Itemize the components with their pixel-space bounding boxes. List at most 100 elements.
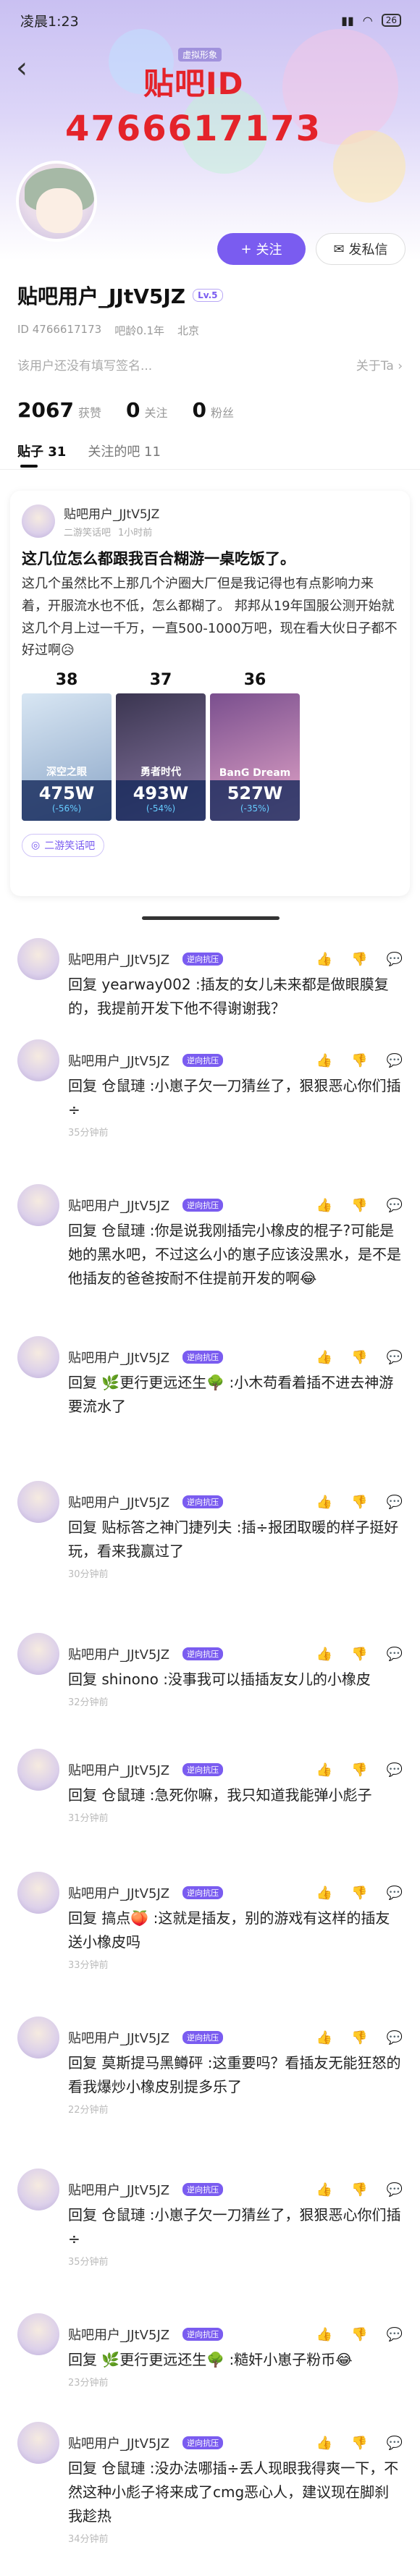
comment-icon[interactable]: 💬 <box>387 1647 403 1662</box>
dislike-icon[interactable]: 👎 <box>351 952 367 967</box>
comment-icon[interactable]: 💬 <box>387 952 403 967</box>
avatar[interactable] <box>17 2313 59 2355</box>
reply-username[interactable]: 贴吧用户_JJtV5JZ <box>68 2325 169 2344</box>
comment-icon[interactable]: 💬 <box>387 1198 403 1213</box>
like-icon[interactable]: 👍 <box>316 2327 332 2342</box>
dislike-icon[interactable]: 👎 <box>351 1647 367 1662</box>
reply-username[interactable]: 贴吧用户_JJtV5JZ <box>68 1348 169 1367</box>
dislike-icon[interactable]: 👎 <box>351 1198 367 1213</box>
forum-chip[interactable]: ◎ 二游笑话吧 <box>22 833 105 857</box>
comment-icon[interactable]: 💬 <box>387 2182 403 2197</box>
stat-following[interactable]: 0 关注 <box>126 398 168 422</box>
avatar[interactable] <box>17 1184 59 1226</box>
avatar[interactable] <box>17 1872 59 1914</box>
reply-item[interactable]: 贴吧用户_JJtV5JZ 逆向抗压 👍 👎 💬 回复 yearway002 :插友的女儿未… <box>0 938 420 1023</box>
avatar[interactable] <box>17 1749 59 1791</box>
reply-text: 回复 shinono :没事我可以插插友女儿的小橡皮 <box>68 1671 371 1688</box>
reply-item[interactable]: 贴吧用户_JJtV5JZ 逆向抗压 👍 👎 💬 回复 仓鼠璉 :急死你嘛，我只知道我能弹小… <box>0 1749 420 1824</box>
reply-item[interactable]: 贴吧用户_JJtV5JZ 逆向抗压 👍 👎 💬 回复 仓鼠璉 :你是说我刚插完小橡皮的棍子… <box>0 1184 420 1293</box>
avatar[interactable] <box>17 2169 59 2210</box>
stat-followers[interactable]: 0 粉丝 <box>192 398 234 422</box>
like-icon[interactable]: 👍 <box>316 1495 332 1510</box>
about-link[interactable]: 关于Ta › <box>356 355 403 373</box>
dislike-icon[interactable]: 👎 <box>351 1762 367 1778</box>
comment-icon[interactable]: 💬 <box>387 1053 403 1068</box>
comment-icon[interactable]: 💬 <box>387 1885 403 1901</box>
reply-time: 22分钟前 <box>68 2105 109 2116</box>
game-change: (-35%) <box>240 803 270 814</box>
reply-username[interactable]: 贴吧用户_JJtV5JZ <box>68 1492 169 1511</box>
like-icon[interactable]: 👍 <box>316 1198 332 1213</box>
avatar[interactable] <box>17 1039 59 1081</box>
reply-username[interactable]: 贴吧用户_JJtV5JZ <box>68 1883 169 1902</box>
user-badge: 逆向抗压 <box>182 2031 224 2044</box>
reply-actions: 👍 👎 💬 <box>316 2030 403 2045</box>
like-icon[interactable]: 👍 <box>316 2030 332 2045</box>
like-icon[interactable]: 👍 <box>316 1350 332 1365</box>
like-icon[interactable]: 👍 <box>316 2182 332 2197</box>
dislike-icon[interactable]: 👎 <box>351 2327 367 2342</box>
tab-followed-bars[interactable]: 关注的吧 11 <box>88 442 161 460</box>
like-icon[interactable]: 👍 <box>316 1762 332 1778</box>
avatar[interactable] <box>17 938 59 980</box>
reply-time: 34分钟前 <box>68 2534 109 2545</box>
like-icon[interactable]: 👍 <box>316 1885 332 1901</box>
reply-username[interactable]: 贴吧用户_JJtV5JZ <box>68 950 169 968</box>
reply-username[interactable]: 贴吧用户_JJtV5JZ <box>68 2433 169 2452</box>
like-icon[interactable]: 👍 <box>316 1053 332 1068</box>
comment-icon[interactable]: 💬 <box>387 2436 403 2451</box>
plus-icon: + <box>240 241 252 257</box>
reply-username[interactable]: 贴吧用户_JJtV5JZ <box>68 1051 169 1070</box>
post-avatar[interactable] <box>22 504 55 538</box>
reply-time: 33分钟前 <box>68 1960 109 1971</box>
reply-item[interactable]: 贴吧用户_JJtV5JZ 逆向抗压 👍 👎 💬 回复 莫斯提马黑鳟砰 :这重要吗？看插友无… <box>0 2017 420 2116</box>
avatar[interactable] <box>16 161 97 242</box>
reply-item[interactable]: 贴吧用户_JJtV5JZ 逆向抗压 👍 👎 💬 回复 🌿更行更远还生🌳 :小木苟看着插不进… <box>0 1336 420 1422</box>
reply-item[interactable]: 贴吧用户_JJtV5JZ 逆向抗压 👍 👎 💬 回复 仓鼠璉 :小崽子欠一刀猜丝了，狠狠恶… <box>0 2169 420 2268</box>
comment-icon[interactable]: 💬 <box>387 1350 403 1365</box>
reply-username[interactable]: 贴吧用户_JJtV5JZ <box>68 2180 169 2199</box>
reply-item[interactable]: 贴吧用户_JJtV5JZ 逆向抗压 👍 👎 💬 回复 搞点🍑 :这就是插友，别的游戏有这样… <box>0 1872 420 1971</box>
dislike-icon[interactable]: 👎 <box>351 2436 367 2451</box>
reply-username[interactable]: 贴吧用户_JJtV5JZ <box>68 1760 169 1779</box>
avatar[interactable] <box>17 1336 59 1378</box>
signature: 该用户还没有填写签名... <box>17 359 153 373</box>
comment-icon[interactable]: 💬 <box>387 1762 403 1778</box>
back-arrow-icon[interactable]: ‹ <box>16 54 28 83</box>
comment-icon[interactable]: 💬 <box>387 1495 403 1510</box>
avatar[interactable] <box>17 1481 59 1523</box>
message-button[interactable]: ✉ 发私信 <box>316 233 406 265</box>
post-forum[interactable]: 二游笑话吧 <box>64 525 111 539</box>
reply-item[interactable]: 贴吧用户_JJtV5JZ 逆向抗压 👍 👎 💬 回复 贴标答之神门捷列夫 :插÷报团取暖的… <box>0 1481 420 1580</box>
dislike-icon[interactable]: 👎 <box>351 2182 367 2197</box>
user-badge: 逆向抗压 <box>182 1351 224 1364</box>
dislike-icon[interactable]: 👎 <box>351 2030 367 2045</box>
user-badge: 逆向抗压 <box>182 953 224 966</box>
reply-item[interactable]: 贴吧用户_JJtV5JZ 逆向抗压 👍 👎 💬 回复 shinono :没事我可以插插友女… <box>0 1633 420 1708</box>
tab-posts[interactable]: 贴子 31 <box>17 442 66 468</box>
avatar[interactable] <box>17 1633 59 1675</box>
avatar[interactable] <box>17 2422 59 2464</box>
comment-icon[interactable]: 💬 <box>387 2030 403 2045</box>
reply-item[interactable]: 贴吧用户_JJtV5JZ 逆向抗压 👍 👎 💬 回复 🌿更行更远还生🌳 :糙奸小崽子粉币😂… <box>0 2313 420 2389</box>
reply-username[interactable]: 贴吧用户_JJtV5JZ <box>68 2028 169 2047</box>
game-ranking-images[interactable]: 38 深空之眼 475W (-56%) 37 勇者时代 493W (-54%) … <box>22 671 398 821</box>
reply-username[interactable]: 贴吧用户_JJtV5JZ <box>68 1644 169 1663</box>
post-card[interactable]: 贴吧用户_JJtV5JZ 二游笑话吧 1小时前 这几位怎么都跟我百合糊游一桌吃饭… <box>10 491 410 896</box>
like-icon[interactable]: 👍 <box>316 1647 332 1662</box>
reply-item[interactable]: 贴吧用户_JJtV5JZ 逆向抗压 👍 👎 💬 回复 仓鼠璉 :小崽子欠一刀猜丝了，狠狠恶… <box>0 1039 420 1139</box>
game-value: 527W <box>227 782 283 803</box>
comment-icon[interactable]: 💬 <box>387 2327 403 2342</box>
reply-username[interactable]: 贴吧用户_JJtV5JZ <box>68 1196 169 1215</box>
reply-text: 回复 仓鼠璉 :急死你嘛，我只知道我能弹小彪子 <box>68 1786 372 1804</box>
follow-button[interactable]: + 关注 <box>217 233 306 265</box>
like-icon[interactable]: 👍 <box>316 2436 332 2451</box>
like-icon[interactable]: 👍 <box>316 952 332 967</box>
reply-item[interactable]: 贴吧用户_JJtV5JZ 逆向抗压 👍 👎 💬 回复 仓鼠璉 :没办法哪插÷丢人现眼我得爽… <box>0 2422 420 2545</box>
dislike-icon[interactable]: 👎 <box>351 1053 367 1068</box>
dislike-icon[interactable]: 👎 <box>351 1885 367 1901</box>
dislike-icon[interactable]: 👎 <box>351 1495 367 1510</box>
avatar[interactable] <box>17 2017 59 2058</box>
dislike-icon[interactable]: 👎 <box>351 1350 367 1365</box>
post-username[interactable]: 贴吧用户_JJtV5JZ <box>64 504 159 522</box>
